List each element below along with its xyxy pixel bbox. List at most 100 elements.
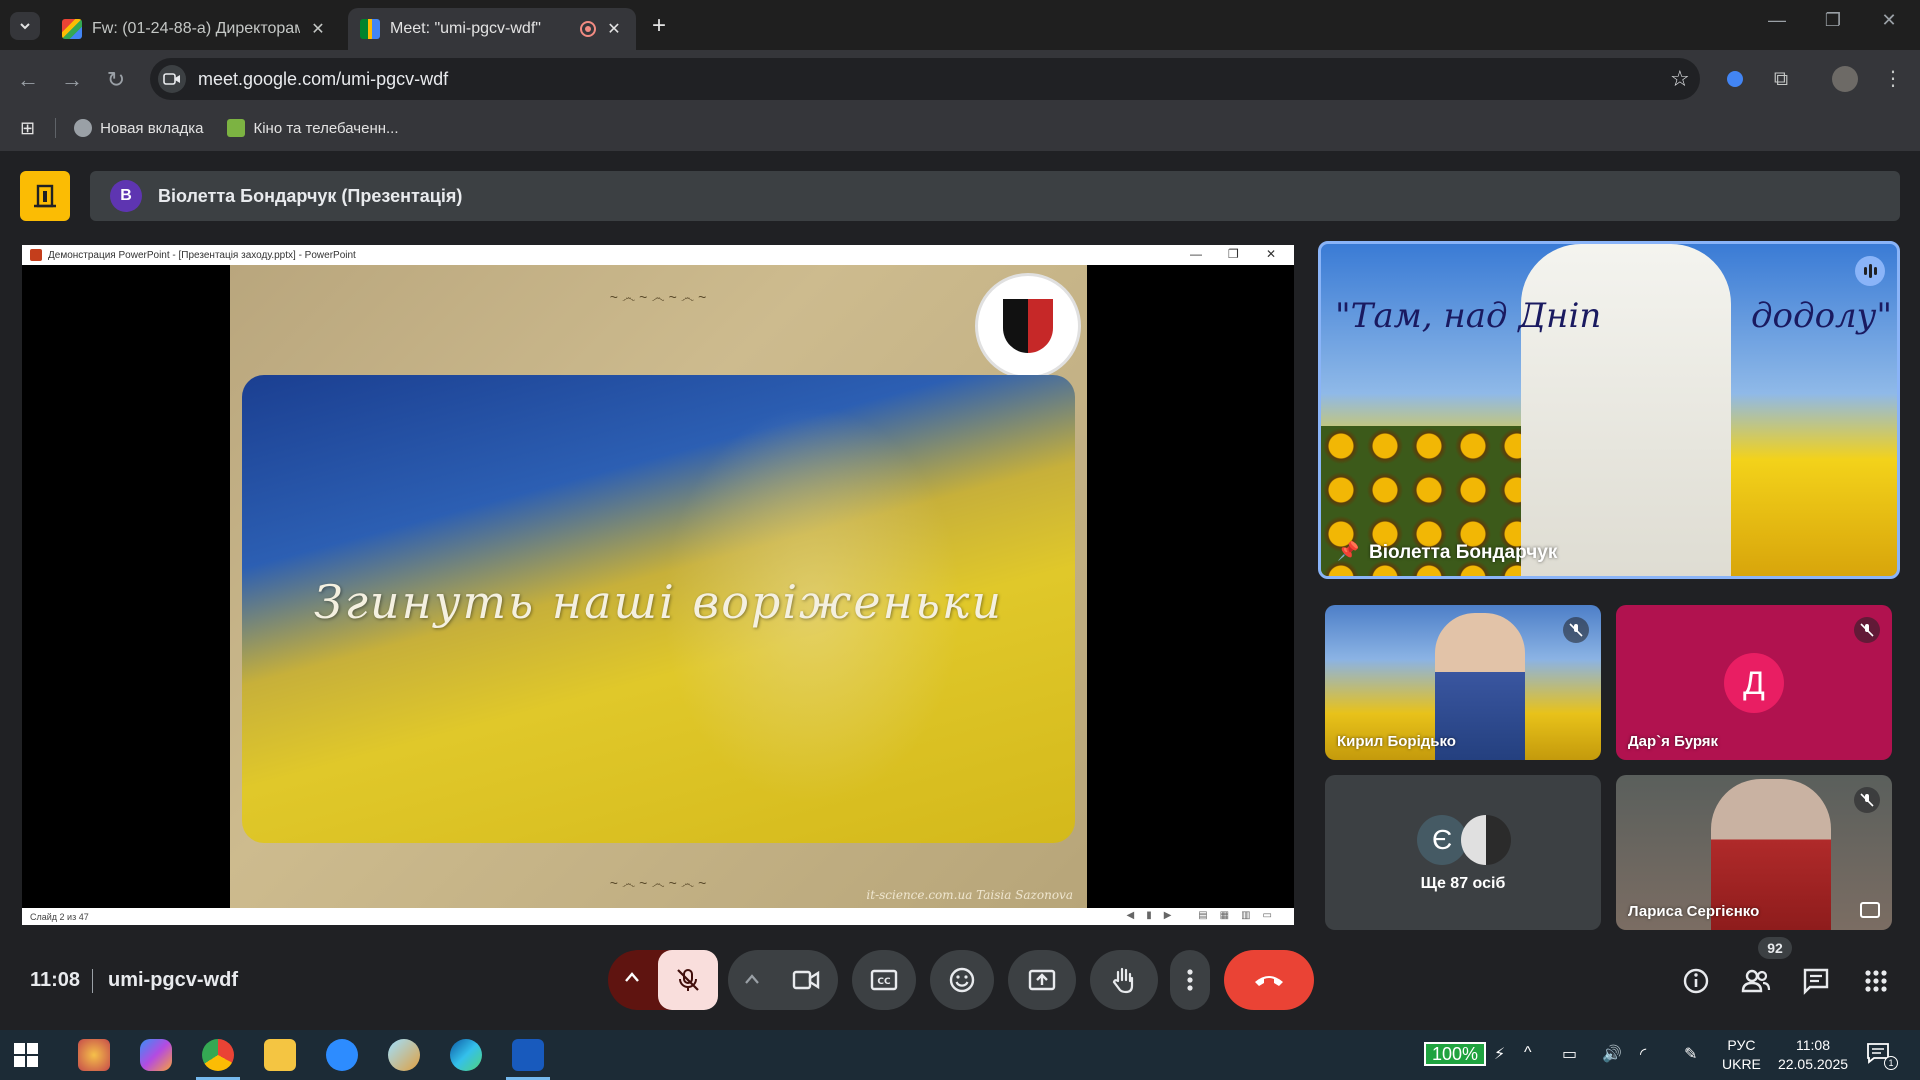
participants-button[interactable] <box>1736 961 1776 1001</box>
forward-button[interactable]: → <box>56 64 88 96</box>
windows-taskbar: 100% ⚡ ^ ▭ 🔊 ◜ ✎ РУС UKRE 11:08 22.05.20… <box>0 1030 1920 1080</box>
chevron-down-icon <box>20 23 30 30</box>
more-participants-label: Ще 87 осіб <box>1420 875 1506 892</box>
app-chrome-icon[interactable] <box>196 1039 240 1080</box>
apps-grid-icon[interactable]: ⊞ <box>20 118 35 139</box>
shared-screen[interactable]: Демонстрация PowerPoint - [Презентація з… <box>22 245 1294 925</box>
door-icon <box>34 184 56 208</box>
globe-icon <box>74 119 93 137</box>
notifications-button[interactable]: 1 <box>1866 1042 1898 1070</box>
show-hidden-icons-icon[interactable]: ^ <box>1524 1044 1532 1062</box>
system-clock[interactable]: 11:08 22.05.2025 <box>1772 1036 1854 1074</box>
restore-button[interactable]: ❐ <box>1808 10 1858 31</box>
meeting-code[interactable]: umi-pgcv-wdf <box>108 969 238 992</box>
ppt-close-icon: ✕ <box>1266 247 1277 261</box>
windows-icon <box>14 1043 38 1067</box>
slide-caption: Згинуть наші воріженьки <box>313 575 1003 629</box>
captions-button[interactable]: CC <box>852 950 916 1010</box>
tab-meet[interactable]: Meet: "umi-pgcv-wdf" ✕ <box>348 8 636 50</box>
app-zoom-icon[interactable] <box>326 1039 358 1071</box>
close-icon[interactable]: ✕ <box>308 19 328 39</box>
more-vertical-icon <box>1187 969 1193 991</box>
tile-violetta[interactable]: "Там, над Дніп додолу" 📌 Віолетта Бондар… <box>1318 241 1900 579</box>
camera-icon <box>792 970 820 990</box>
emoji-icon <box>949 967 975 993</box>
tile-daria[interactable]: Д Дар`я Буряк <box>1616 605 1892 760</box>
picture-in-picture-icon[interactable] <box>1860 902 1880 918</box>
browser-menu-icon[interactable]: ⋮ <box>1878 64 1908 94</box>
extensions-puzzle-icon[interactable]: ⧉ <box>1766 64 1796 94</box>
bookmark-new-tab[interactable]: Новая вкладка <box>74 119 203 137</box>
tile-more-participants[interactable]: Є Ще 87 осіб <box>1325 775 1601 930</box>
reload-button[interactable]: ↻ <box>100 64 132 96</box>
tab-gmail[interactable]: Fw: (01-24-88-а) Директорам з ✕ <box>50 8 340 50</box>
slide-credit: it-science.com.ua Taisia Sazonova <box>866 888 1073 902</box>
mic-toggle-button[interactable] <box>658 950 718 1010</box>
profile-avatar[interactable] <box>1830 64 1860 94</box>
reactions-button[interactable] <box>930 950 994 1010</box>
activities-button[interactable] <box>1856 961 1896 1001</box>
tab-search-button[interactable] <box>10 12 40 40</box>
app-word-icon[interactable] <box>506 1039 550 1080</box>
camera-toggle-button[interactable] <box>792 968 820 997</box>
tile-larysa[interactable]: Лариса Сергієнко <box>1616 775 1892 930</box>
camera-icon <box>163 73 180 85</box>
gmail-icon <box>62 19 82 39</box>
close-window-button[interactable]: ✕ <box>1864 10 1914 31</box>
site-info-icon[interactable] <box>158 65 186 93</box>
present-screen-button[interactable] <box>1008 950 1076 1010</box>
more-options-button[interactable] <box>1170 950 1210 1010</box>
ornament-bottom: ~෴~෴~෴~ <box>609 875 711 891</box>
present-icon <box>1028 969 1056 991</box>
keyboard-layout: UKRE <box>1722 1056 1761 1072</box>
pin-icon[interactable]: 📌 <box>1337 541 1359 562</box>
info-icon <box>1683 968 1709 994</box>
volume-icon[interactable]: 🔊 <box>1602 1044 1622 1064</box>
bookmark-kino[interactable]: Кіно та телебаченн... <box>227 119 399 137</box>
meeting-clock: 11:08 <box>30 969 81 991</box>
bookmark-star-icon[interactable]: ☆ <box>1670 66 1690 92</box>
audio-options-chevron-icon[interactable] <box>624 970 640 988</box>
people-icon <box>1741 969 1771 993</box>
mic-off-icon <box>1563 617 1589 643</box>
participant-name: Лариса Сергієнко <box>1628 903 1760 920</box>
battery-indicator[interactable]: 100% <box>1424 1042 1486 1066</box>
wifi-icon[interactable]: ◜ <box>1640 1044 1646 1064</box>
grid-icon <box>1865 970 1887 992</box>
pen-icon[interactable]: ✎ <box>1684 1044 1697 1064</box>
raise-hand-button[interactable] <box>1090 950 1158 1010</box>
app-copilot-icon[interactable] <box>140 1039 172 1071</box>
extension-dot-icon[interactable] <box>1720 64 1750 94</box>
leave-call-button[interactable] <box>1224 950 1314 1010</box>
app-file-explorer-icon[interactable] <box>264 1039 296 1071</box>
companion-mode-button[interactable] <box>20 171 70 221</box>
college-logo <box>975 273 1081 379</box>
background-quote: "Там, над Дніп <box>1335 296 1602 336</box>
new-tab-button[interactable]: + <box>652 12 666 40</box>
tile-kyryl[interactable]: Кирил Борідько <box>1325 605 1601 760</box>
language-indicator[interactable]: РУС UKRE <box>1722 1036 1761 1074</box>
chat-button[interactable] <box>1796 961 1836 1001</box>
minimize-button[interactable]: — <box>1752 10 1802 31</box>
app-art-icon[interactable] <box>388 1039 420 1071</box>
bookmark-label: Новая вкладка <box>100 119 204 137</box>
address-bar[interactable]: meet.google.com/umi-pgcv-wdf ☆ <box>150 58 1700 100</box>
participant-avatar: Є <box>1417 815 1467 865</box>
back-button[interactable]: ← <box>12 64 44 96</box>
close-icon[interactable]: ✕ <box>604 19 624 39</box>
system-date: 22.05.2025 <box>1777 1056 1849 1072</box>
svg-text:CC: CC <box>877 977 891 987</box>
participant-photo <box>1461 815 1511 865</box>
slide-counter: Слайд 2 из 47 <box>30 911 89 922</box>
tab-title: Fw: (01-24-88-а) Директорам з <box>92 20 300 37</box>
powerpoint-titlebar: Демонстрация PowerPoint - [Презентація з… <box>22 245 1294 265</box>
window-title: Демонстрация PowerPoint - [Презентація з… <box>48 249 356 261</box>
powerpoint-icon <box>30 249 42 261</box>
app-paint-icon[interactable] <box>78 1039 110 1071</box>
battery-icon[interactable]: ▭ <box>1562 1044 1577 1064</box>
start-button[interactable] <box>14 1043 38 1072</box>
app-edge-icon[interactable] <box>450 1039 482 1071</box>
meeting-details-button[interactable] <box>1676 961 1716 1001</box>
video-options-chevron-icon[interactable] <box>744 972 760 990</box>
meet-icon <box>360 19 380 39</box>
